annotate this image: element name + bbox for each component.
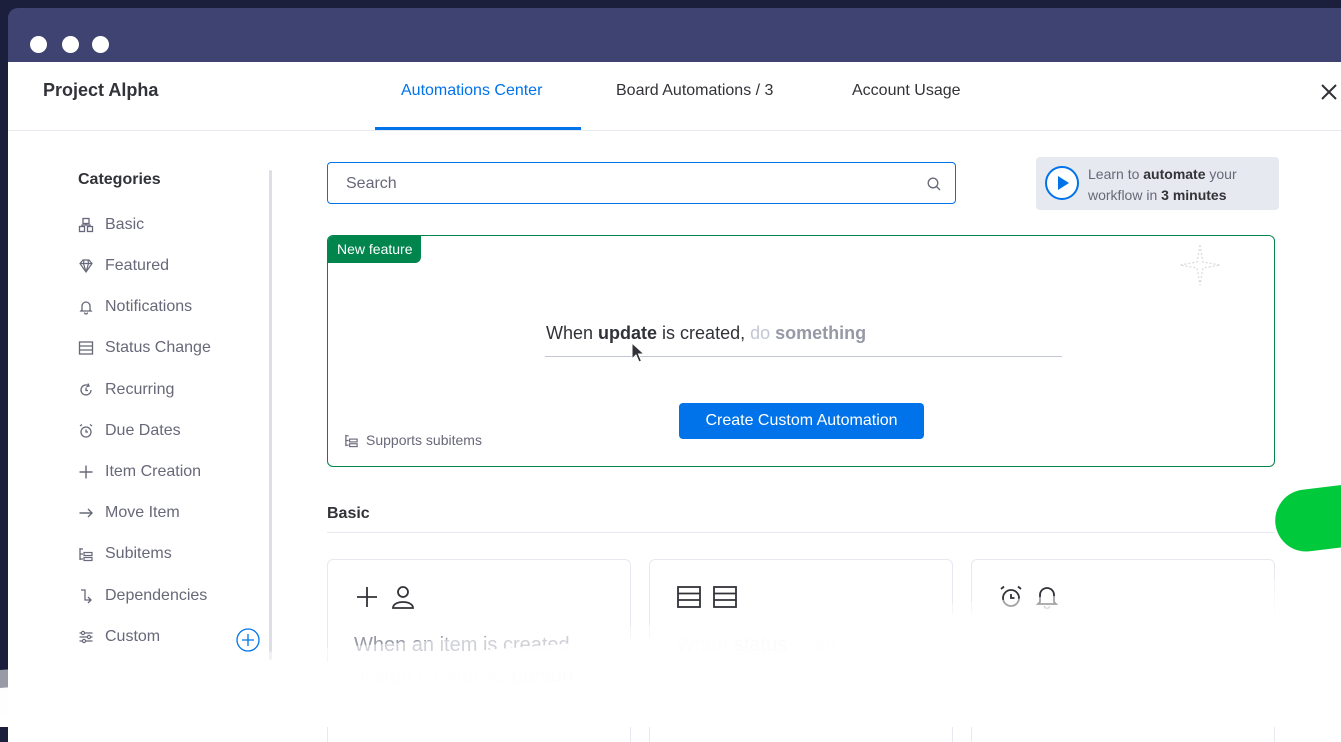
sidebar-item-basic[interactable]: Basic: [78, 213, 144, 237]
diamond-icon: [79, 259, 93, 274]
sparkle-icon: [1179, 244, 1221, 286]
active-tab-indicator: [375, 127, 581, 130]
sidebar-item-due-dates[interactable]: Due Dates: [78, 419, 181, 443]
status-icon: [78, 341, 94, 355]
automation-template-card[interactable]: When status chan: [649, 559, 953, 742]
sidebar-item-recurring[interactable]: Recurring: [78, 378, 174, 402]
recipe-underline: [545, 356, 1062, 357]
window-maximize-dot[interactable]: [92, 36, 109, 53]
sidebar-scrollbar[interactable]: [269, 170, 272, 660]
tab-board-automations[interactable]: Board Automations / 3: [616, 82, 773, 100]
sidebar-item-label: Recurring: [105, 381, 175, 398]
sidebar-item-label: Item Creation: [105, 463, 202, 480]
alarm-icon: [1000, 585, 1022, 607]
bell-icon: [79, 301, 93, 315]
sidebar-item-custom[interactable]: Custom: [78, 625, 160, 649]
person-icon: [392, 586, 414, 609]
card-description: When status chan: [676, 634, 837, 656]
mouse-cursor-icon: [631, 342, 646, 363]
play-icon[interactable]: [1044, 165, 1080, 201]
automation-recipe-sentence[interactable]: When update is created, do something: [546, 323, 866, 344]
new-feature-badge: New feature: [328, 236, 422, 263]
learn-video-link[interactable]: Learn to automate your workflow in 3 min…: [1036, 157, 1279, 210]
dialog-header: Project Alpha Automations Center Board A…: [8, 62, 1341, 131]
window-minimize-dot[interactable]: [62, 36, 79, 53]
sidebar-item-dependencies[interactable]: Dependencies: [78, 584, 207, 608]
plus-icon: [79, 465, 93, 479]
basic-icon: [78, 217, 94, 233]
sidebar-item-label: Custom: [105, 628, 161, 645]
sidebar-item-label: Featured: [105, 257, 170, 274]
bell-icon: [1035, 587, 1059, 610]
section-title-basic: Basic: [327, 505, 370, 522]
automations-dialog: Project Alpha Automations Center Board A…: [8, 62, 1341, 742]
recurring-icon: [80, 383, 92, 396]
section-divider: [327, 532, 1275, 533]
tab-account-usage[interactable]: Account Usage: [852, 82, 961, 100]
tab-automations-center[interactable]: Automations Center: [401, 82, 542, 100]
dependency-icon: [81, 589, 92, 604]
search-icon[interactable]: [926, 176, 942, 192]
subitems-icon: [345, 434, 358, 447]
sidebar-item-label: Subitems: [105, 545, 172, 562]
sliders-icon: [79, 630, 93, 644]
automation-template-card[interactable]: When an item is created assign creator a…: [327, 559, 631, 742]
project-title: Project Alpha: [43, 80, 159, 100]
sidebar-item-subitems[interactable]: Subitems: [78, 542, 172, 566]
sidebar-item-featured[interactable]: Featured: [78, 254, 169, 278]
arrow-right-icon: [79, 508, 93, 518]
window-titlebar: [8, 8, 1341, 64]
window-close-dot[interactable]: [30, 36, 47, 53]
search-field[interactable]: [327, 162, 956, 204]
sidebar-item-item-creation[interactable]: Item Creation: [78, 460, 201, 484]
automation-template-card[interactable]: [971, 559, 1275, 742]
create-custom-automation-button[interactable]: Create Custom Automation: [679, 403, 924, 439]
subitems-icon: [79, 548, 93, 562]
plus-icon: [357, 587, 377, 607]
sidebar-item-label: Basic: [105, 216, 145, 233]
sidebar-item-label: Due Dates: [105, 422, 181, 439]
sidebar-item-label: Notifications: [105, 298, 193, 315]
supports-subitems-label: Supports subitems: [344, 432, 482, 448]
sidebar-item-move-item[interactable]: Move Item: [78, 501, 180, 525]
sidebar-item-label: Status Change: [105, 339, 211, 356]
search-input[interactable]: [344, 172, 908, 196]
status-icon: [713, 586, 737, 608]
sidebar-item-label: Dependencies: [105, 587, 208, 604]
sidebar-item-status-change[interactable]: Status Change: [78, 336, 211, 360]
add-category-icon[interactable]: [236, 628, 260, 652]
sidebar-item-notifications[interactable]: Notifications: [78, 295, 192, 319]
custom-automation-card: New feature When update is created, do s…: [327, 235, 1275, 467]
status-icon: [677, 586, 701, 608]
card-description: When an item is created assign creator a…: [354, 634, 574, 687]
learn-text: Learn to automate your workflow in 3 min…: [1088, 166, 1237, 203]
categories-heading: Categories: [78, 171, 161, 188]
close-icon[interactable]: [1316, 79, 1341, 105]
sidebar-item-label: Move Item: [105, 504, 180, 521]
alarm-icon: [79, 423, 93, 438]
